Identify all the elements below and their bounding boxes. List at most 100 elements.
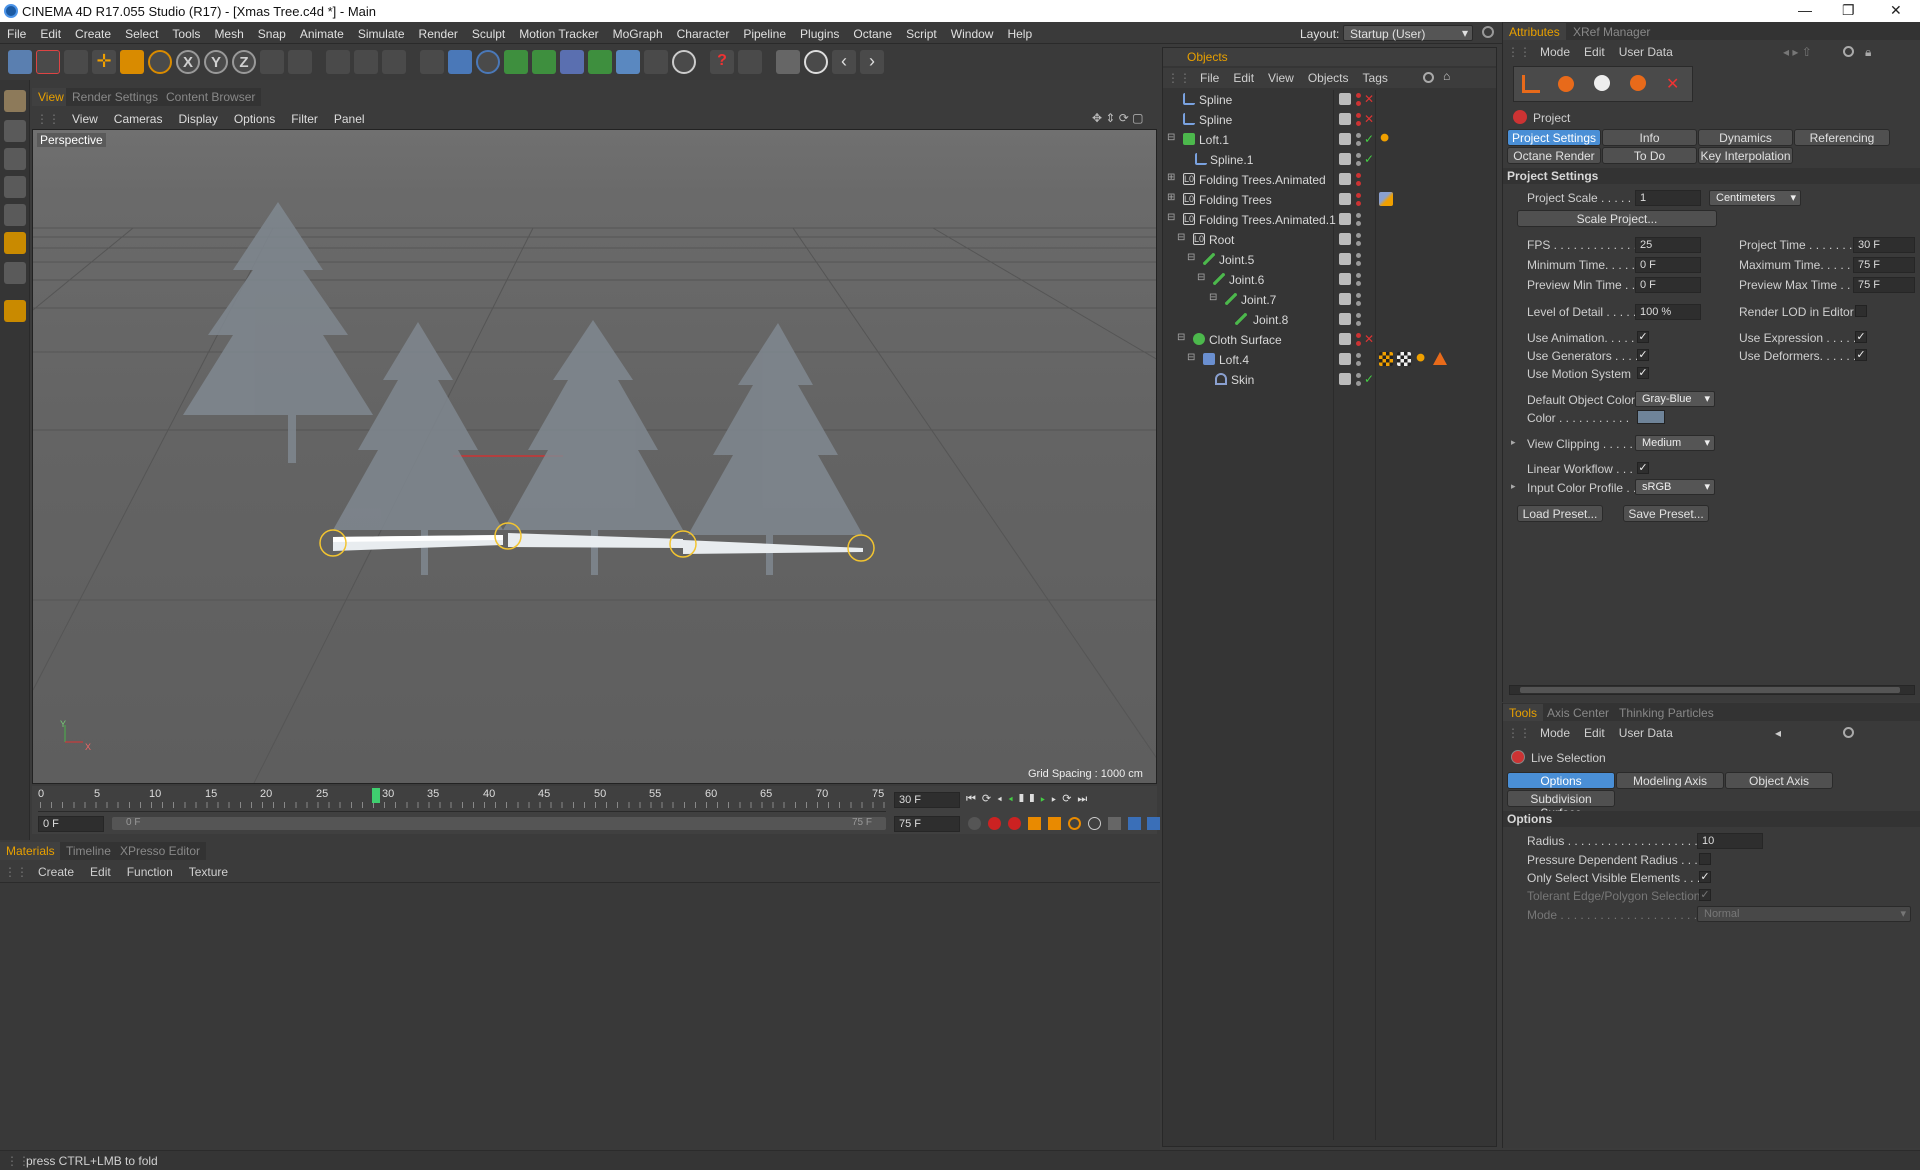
menu-select[interactable]: Select — [118, 22, 165, 41]
render-dot[interactable] — [1356, 113, 1361, 118]
live-selection-icon[interactable] — [8, 50, 32, 74]
editor-dot[interactable] — [1356, 241, 1361, 246]
viewport-menu-display[interactable]: Display — [170, 109, 225, 126]
rectangle-selection-icon[interactable] — [36, 50, 60, 74]
enabled-check-icon[interactable]: ✓ — [1364, 152, 1374, 166]
minimum-time-field[interactable]: 0 F — [1635, 257, 1701, 273]
render-dot[interactable] — [1356, 213, 1361, 218]
key-selection-icon[interactable] — [1008, 817, 1021, 830]
collapse-icon[interactable]: ⊟ — [1209, 292, 1217, 303]
texture-mode-icon[interactable] — [4, 232, 26, 254]
view-clipping-dropdown[interactable]: Medium — [1635, 435, 1715, 451]
use-motion-system-checkbox[interactable]: ✓ — [1637, 367, 1649, 379]
deformer-icon[interactable] — [588, 50, 612, 74]
load-preset-button[interactable]: Load Preset... — [1517, 505, 1603, 522]
collapse-icon[interactable]: ⊟ — [1187, 252, 1195, 263]
render-view-icon[interactable] — [326, 50, 350, 74]
tab-content-browser[interactable]: Content Browser — [160, 88, 262, 106]
move-icon[interactable]: ✛ — [92, 50, 116, 74]
collapse-icon[interactable]: ⊟ — [1187, 352, 1195, 363]
linear-workflow-checkbox[interactable]: ✓ — [1637, 462, 1649, 474]
editor-visibility-icon[interactable] — [1339, 353, 1351, 365]
tools-menu-mode[interactable]: Mode — [1533, 723, 1577, 740]
joint-orange-icon[interactable] — [1630, 75, 1646, 91]
menu-snap[interactable]: Snap — [251, 22, 293, 41]
object-menu-edit[interactable]: Edit — [1226, 68, 1261, 85]
preview-min-time-field[interactable]: 0 F — [1635, 277, 1701, 293]
material-menu-function[interactable]: Function — [119, 862, 181, 879]
attribute-menu-edit[interactable]: Edit — [1577, 42, 1612, 59]
menu-help[interactable]: Help — [1000, 22, 1039, 41]
tools-menu-edit[interactable]: Edit — [1577, 723, 1612, 740]
menu-file[interactable]: File — [0, 22, 33, 41]
enabled-check-icon[interactable]: ✓ — [1364, 132, 1374, 146]
collapse-icon[interactable]: ⊟ — [1177, 232, 1185, 243]
object-menu-file[interactable]: File — [1193, 68, 1226, 85]
menu-mesh[interactable]: Mesh — [207, 22, 250, 41]
tools-search-icon[interactable] — [1843, 727, 1854, 738]
preview-range-slider[interactable]: 0 F 75 F — [112, 817, 886, 830]
auto-key-icon[interactable] — [988, 817, 1001, 830]
end-frame-field[interactable]: 75 F — [894, 816, 960, 832]
close-button[interactable]: ✕ — [1890, 2, 1902, 19]
editor-dot[interactable] — [1356, 361, 1361, 366]
visible-elements-checkbox[interactable]: ✓ — [1699, 871, 1711, 883]
object-row-spline[interactable]: Spline ✕ — [1163, 110, 1496, 130]
editor-visibility-icon[interactable] — [1339, 313, 1351, 325]
object-row-folding-trees[interactable]: ⊞ L0 Folding Trees — [1163, 190, 1496, 210]
input-color-expand-icon[interactable]: ▸ — [1511, 481, 1516, 492]
material-menu-edit[interactable]: Edit — [82, 862, 119, 879]
menu-render[interactable]: Render — [412, 22, 465, 41]
attribute-menu-user-data[interactable]: User Data — [1612, 42, 1680, 59]
editor-visibility-icon[interactable] — [1339, 253, 1351, 265]
object-row-joint-5[interactable]: ⊟ Joint.5 — [1163, 250, 1496, 270]
scale-project-button[interactable]: Scale Project... — [1517, 210, 1717, 227]
menu-mograph[interactable]: MoGraph — [606, 22, 670, 41]
render-dot[interactable] — [1356, 353, 1361, 358]
ruler-track[interactable]: 0 5 10 15 20 25 30 35 40 45 50 55 60 65 … — [38, 786, 886, 812]
polygons-mode-icon[interactable] — [4, 176, 26, 198]
scheme-icon[interactable] — [1128, 817, 1141, 830]
editor-dot[interactable] — [1356, 201, 1361, 206]
editor-dot[interactable] — [1356, 161, 1361, 166]
editor-dot[interactable] — [1356, 121, 1361, 126]
render-dot[interactable] — [1356, 373, 1361, 378]
octane-live-viewer-icon[interactable] — [776, 50, 800, 74]
help-icon[interactable]: ? — [710, 50, 734, 74]
render-dot[interactable] — [1356, 93, 1361, 98]
pressure-radius-checkbox[interactable] — [1699, 853, 1711, 865]
menu-octane[interactable]: Octane — [846, 22, 899, 41]
enabled-check-icon[interactable]: ✓ — [1364, 372, 1374, 386]
fps-field[interactable]: 25 — [1635, 237, 1701, 253]
object-menu-tags[interactable]: Tags — [1356, 68, 1395, 85]
object-row-cloth-surface[interactable]: ⊟ Cloth Surface ✕ — [1163, 330, 1496, 350]
next-key-icon[interactable]: ▸ — [1051, 793, 1062, 805]
home-icon[interactable]: ⌂ — [1443, 69, 1450, 83]
rotate-icon[interactable] — [148, 50, 172, 74]
editor-visibility-icon[interactable] — [1339, 193, 1351, 205]
use-generators-checkbox[interactable]: ✓ — [1637, 349, 1649, 361]
object-search-icon[interactable] — [1423, 72, 1434, 83]
undo-icon[interactable] — [288, 50, 312, 74]
editor-visibility-icon[interactable] — [1339, 273, 1351, 285]
menu-window[interactable]: Window — [944, 22, 1001, 41]
editor-dot[interactable] — [1356, 221, 1361, 226]
render-dot[interactable] — [1356, 273, 1361, 278]
warning-tag-icon[interactable] — [1433, 352, 1447, 365]
spline-pen-icon[interactable] — [560, 50, 584, 74]
editor-visibility-icon[interactable] — [1339, 173, 1351, 185]
menu-tools[interactable]: Tools — [165, 22, 207, 41]
input-color-profile-dropdown[interactable]: sRGB — [1635, 479, 1715, 495]
editor-dot[interactable] — [1356, 261, 1361, 266]
editor-visibility-icon[interactable] — [1339, 93, 1351, 105]
current-frame-marker[interactable] — [372, 788, 381, 803]
viewport-menu-cameras[interactable]: Cameras — [106, 109, 171, 126]
tab-materials[interactable]: Materials — [0, 842, 61, 860]
material-menu-create[interactable]: Create — [30, 862, 82, 879]
render-dot[interactable] — [1356, 193, 1361, 198]
render-dot[interactable] — [1356, 133, 1361, 138]
render-dot[interactable] — [1356, 233, 1361, 238]
tab-thinking-particles[interactable]: Thinking Particles — [1613, 704, 1720, 721]
tab-xpresso-editor[interactable]: XPresso Editor — [114, 842, 207, 860]
editor-visibility-icon[interactable] — [1339, 293, 1351, 305]
